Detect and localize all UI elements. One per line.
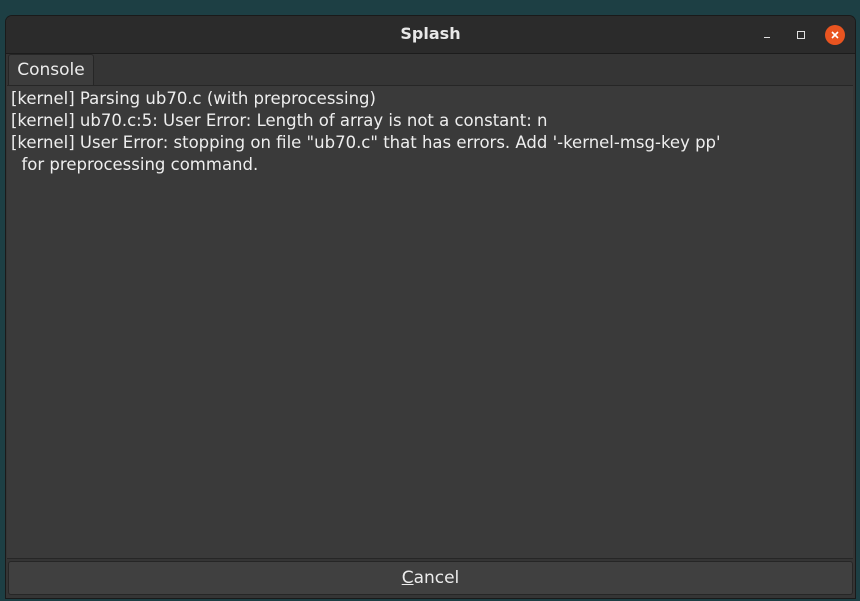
console-line: for preprocessing command. bbox=[11, 155, 259, 174]
splash-window: Splash Console [kernel] Parsing ub70.c (… bbox=[6, 16, 855, 598]
title-bar[interactable]: Splash bbox=[6, 16, 855, 54]
tab-bar: Console bbox=[6, 54, 855, 85]
tab-console[interactable]: Console bbox=[8, 54, 94, 85]
close-icon bbox=[831, 31, 839, 39]
cancel-label: ancel bbox=[413, 568, 460, 588]
console-output[interactable]: [kernel] Parsing ub70.c (with preprocess… bbox=[7, 85, 853, 559]
minimize-button[interactable] bbox=[757, 25, 777, 45]
cancel-mnemonic: C bbox=[401, 568, 414, 588]
console-line: [kernel] User Error: stopping on file "u… bbox=[11, 133, 721, 152]
minimize-icon bbox=[764, 37, 770, 38]
console-line: [kernel] ub70.c:5: User Error: Length of… bbox=[11, 111, 548, 130]
maximize-icon bbox=[797, 31, 805, 39]
window-title: Splash bbox=[400, 24, 461, 43]
close-button[interactable] bbox=[825, 25, 845, 45]
cancel-button[interactable]: Cancel bbox=[8, 561, 853, 595]
console-line: [kernel] Parsing ub70.c (with preprocess… bbox=[11, 89, 376, 108]
maximize-button[interactable] bbox=[791, 25, 811, 45]
